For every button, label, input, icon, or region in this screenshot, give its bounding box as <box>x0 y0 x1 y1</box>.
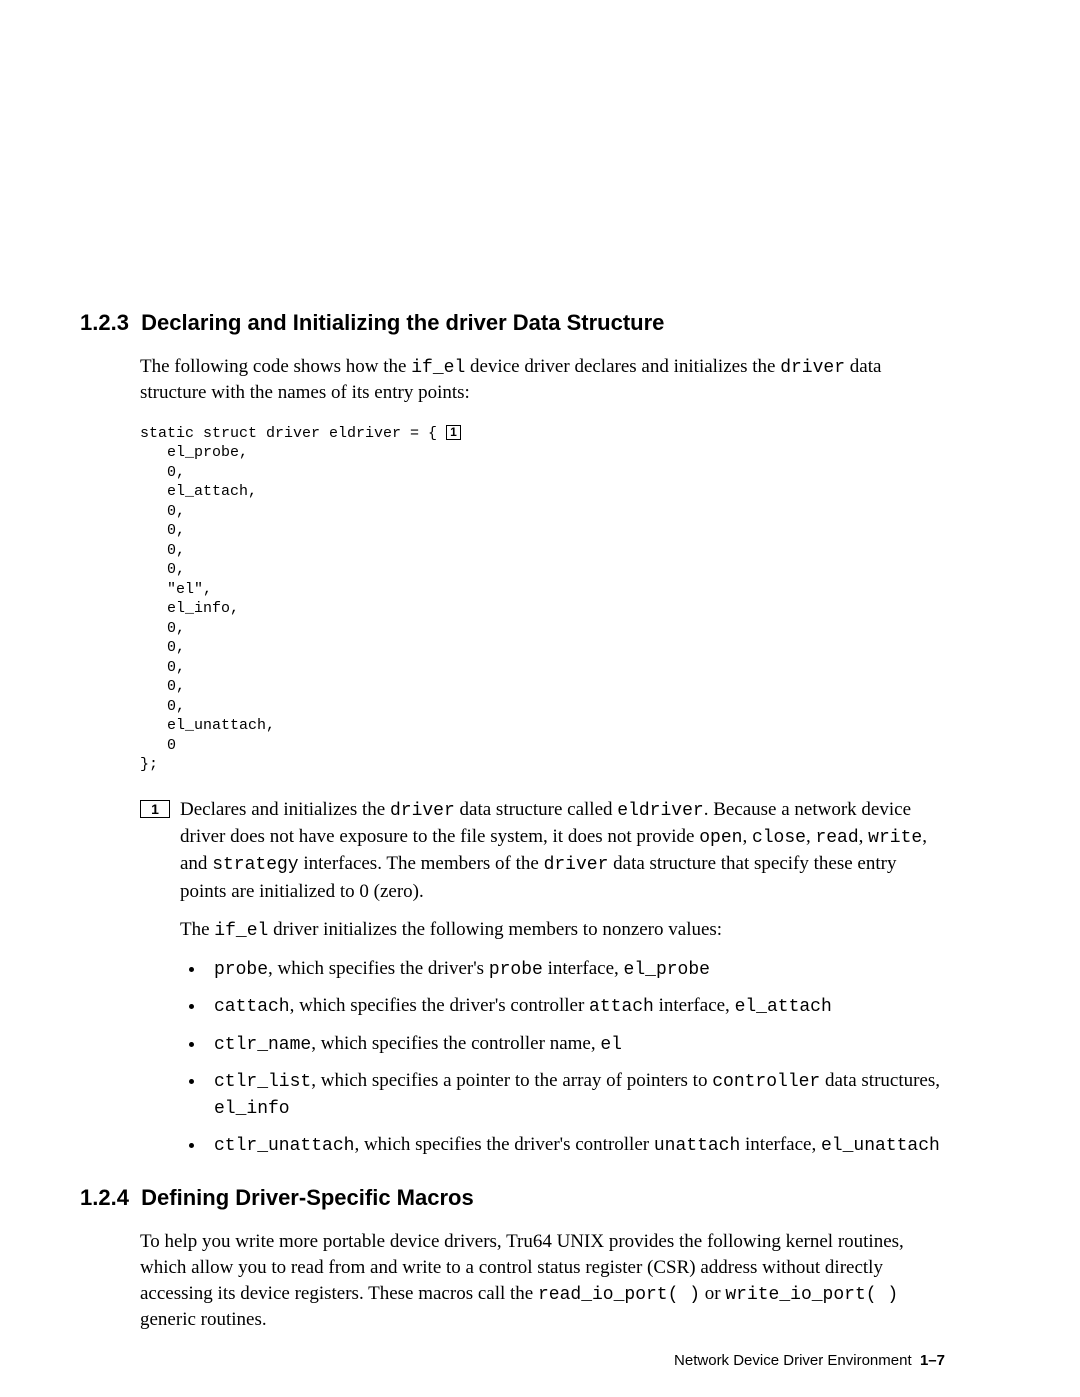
code-inline: open <box>699 828 742 848</box>
text: interface, <box>654 995 735 1016</box>
code-inline: driver <box>780 358 845 378</box>
code-line: static struct driver eldriver = { <box>140 425 446 442</box>
text: , which specifies the driver's <box>268 958 489 979</box>
text: device driver declares and initializes t… <box>465 356 780 377</box>
code-inline: probe <box>489 960 543 980</box>
intro-paragraph: To help you write more portable device d… <box>140 1229 945 1332</box>
section-124-body: To help you write more portable device d… <box>140 1229 945 1332</box>
section-number: 1.2.3 <box>80 310 129 335</box>
section-title: Declaring and Initializing the driver Da… <box>141 310 664 335</box>
text: or <box>700 1283 725 1304</box>
section-heading-123: 1.2.3 Declaring and Initializing the dri… <box>80 310 945 336</box>
text: , <box>742 826 752 847</box>
text: Declares and initializes the <box>180 799 390 820</box>
page-footer: Network Device Driver Environment 1–7 <box>674 1352 945 1369</box>
code-inline: el <box>600 1035 622 1055</box>
note-paragraph-1: Declares and initializes the driver data… <box>180 797 945 905</box>
section-number: 1.2.4 <box>80 1185 129 1210</box>
text: The following code shows how the <box>140 356 411 377</box>
list-item: probe, which specifies the driver's prob… <box>206 956 945 983</box>
text: , which specifies the driver's controlle… <box>354 1134 653 1155</box>
text: , which specifies the driver's controlle… <box>290 995 589 1016</box>
code-inline: driver <box>390 801 455 821</box>
code-inline: eldriver <box>617 801 703 821</box>
bullet-list: probe, which specifies the driver's prob… <box>180 956 945 1159</box>
text: , <box>859 826 869 847</box>
code-inline: read <box>815 828 858 848</box>
callout-marker: 1 <box>446 425 461 440</box>
section-title: Defining Driver-Specific Macros <box>141 1185 474 1210</box>
callout-note-1: 1 Declares and initializes the driver da… <box>140 797 945 1177</box>
list-item: cattach, which specifies the driver's co… <box>206 993 945 1020</box>
code-inline: cattach <box>214 997 290 1017</box>
text: driver initializes the following members… <box>268 919 722 940</box>
code-inline: read_io_port( ) <box>538 1285 700 1305</box>
text: The <box>180 919 214 940</box>
code-inline: write_io_port( ) <box>725 1285 898 1305</box>
code-inline: driver <box>544 855 609 875</box>
code-inline: ctlr_name <box>214 1035 311 1055</box>
code-inline: ctlr_list <box>214 1072 311 1092</box>
code-inline: attach <box>589 997 654 1017</box>
code-inline: controller <box>712 1072 820 1092</box>
code-block: static struct driver eldriver = { 1 el_p… <box>140 424 945 775</box>
intro-paragraph: The following code shows how the if_el d… <box>140 354 945 406</box>
callout-body: Declares and initializes the driver data… <box>170 797 945 1177</box>
code-inline: ctlr_unattach <box>214 1136 354 1156</box>
text: , which specifies a pointer to the array… <box>311 1070 712 1091</box>
text: interfaces. The members of the <box>299 853 544 874</box>
code-inline: el_attach <box>735 997 832 1017</box>
code-inline: if_el <box>214 921 268 941</box>
text: interface, <box>740 1134 821 1155</box>
text: , which specifies the controller name, <box>311 1033 600 1054</box>
code-inline: probe <box>214 960 268 980</box>
code-inline: unattach <box>654 1136 740 1156</box>
code-inline: strategy <box>212 855 298 875</box>
code-inline: if_el <box>411 358 465 378</box>
section-heading-124: 1.2.4 Defining Driver-Specific Macros <box>80 1185 945 1211</box>
text: generic routines. <box>140 1309 267 1330</box>
list-item: ctlr_name, which specifies the controlle… <box>206 1031 945 1058</box>
section-123-body: The following code shows how the if_el d… <box>140 354 945 1177</box>
list-item: ctlr_list, which specifies a pointer to … <box>206 1068 945 1122</box>
text: interface, <box>543 958 624 979</box>
code-inline: el_info <box>214 1099 290 1119</box>
note-paragraph-2: The if_el driver initializes the followi… <box>180 917 945 944</box>
code-inline: el_probe <box>624 960 710 980</box>
code-inline: write <box>868 828 922 848</box>
code-inline: el_unattach <box>821 1136 940 1156</box>
text: data structure called <box>455 799 617 820</box>
code-body: el_probe, 0, el_attach, 0, 0, 0, 0, "el"… <box>140 444 275 773</box>
text: data structures, <box>820 1070 940 1091</box>
footer-title: Network Device Driver Environment <box>674 1352 912 1369</box>
callout-number: 1 <box>140 800 170 818</box>
code-inline: close <box>752 828 806 848</box>
page-number: 1–7 <box>920 1352 945 1369</box>
list-item: ctlr_unattach, which specifies the drive… <box>206 1132 945 1159</box>
page: 1.2.3 Declaring and Initializing the dri… <box>0 0 1080 1397</box>
